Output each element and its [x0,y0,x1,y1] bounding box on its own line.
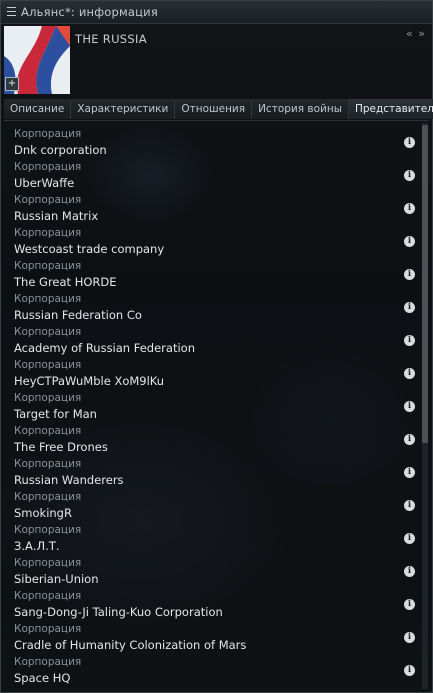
item-name: Cradle of Humanity Colonization of Mars [14,638,247,652]
list-item[interactable]: Корпорация Siberian-Union i [4,552,419,586]
item-type: Корпорация [14,392,82,404]
item-name: Russian Wanderers [14,473,124,487]
item-name: З.А.Л.Т. [14,539,60,553]
title-bar[interactable]: Альянс*: информация [1,1,432,24]
tab-description[interactable]: Описание [4,99,72,119]
item-type: Корпорация [14,293,82,305]
item-name: Russian Federation Co [14,308,142,322]
member-list: Корпорация Dnk corporation i Корпорация … [4,123,419,691]
info-icon[interactable]: i [404,632,415,643]
item-type: Корпорация [14,326,82,338]
item-type: Корпорация [14,128,82,140]
info-icon[interactable]: i [404,665,415,676]
scrollbar[interactable] [422,123,428,689]
list-item[interactable]: Корпорация Russian Wanderers i [4,453,419,487]
collapse-icon[interactable]: « » [406,27,426,40]
item-type: Корпорация [14,161,82,173]
item-type: Корпорация [14,260,82,272]
list-item[interactable]: Корпорация Cradle of Humanity Colonizati… [4,618,419,652]
info-icon[interactable]: i [404,335,415,346]
list-item[interactable]: Корпорация Dnk corporation i [4,123,419,157]
info-icon[interactable]: i [404,401,415,412]
list-item[interactable]: Корпорация З.А.Л.Т. i [4,519,419,553]
item-type: Корпорация [14,227,82,239]
item-type: Корпорация [14,458,82,470]
item-name: Target for Man [14,407,97,421]
list-item[interactable]: Корпорация SmokingR i [4,486,419,520]
item-name: Academy of Russian Federation [14,341,195,355]
item-type: Корпорация [14,557,82,569]
add-icon[interactable]: + [5,77,19,91]
item-name: Russian Matrix [14,209,99,223]
info-icon[interactable]: i [404,170,415,181]
list-item[interactable]: Корпорация Academy of Russian Federation… [4,321,419,355]
alliance-name: THE RUSSIA [75,32,147,46]
list-item[interactable]: Корпорация Westcoast trade company i [4,222,419,256]
tab-attributes[interactable]: Характеристики [71,99,176,119]
item-type: Корпорация [14,590,82,602]
info-icon[interactable]: i [404,467,415,478]
item-name: The Great HORDE [14,275,117,289]
info-icon[interactable]: i [404,566,415,577]
info-icon[interactable]: i [404,368,415,379]
alliance-info-window: Альянс*: информация « » + THE RUSSIA Опи… [0,0,433,693]
item-name: Westcoast trade company [14,242,165,256]
scrollbar-thumb[interactable] [422,125,428,443]
item-name: HeyCTPaWuMble XoM9lKu [14,374,165,388]
list-item[interactable]: Корпорация Sang-Dong-Ji Taling-Kuo Corpo… [4,585,419,619]
item-type: Корпорация [14,623,82,635]
item-name: Sang-Dong-Ji Taling-Kuo Corporation [14,605,223,619]
info-icon[interactable]: i [404,599,415,610]
list-item[interactable]: Корпорация Russian Federation Co i [4,288,419,322]
info-icon[interactable]: i [404,236,415,247]
item-name: Siberian-Union [14,572,99,586]
item-name: UberWaffe [14,176,75,190]
item-name: Dnk corporation [14,143,107,157]
list-item[interactable]: Корпорация The Great HORDE i [4,255,419,289]
tab-war-history[interactable]: История войны [252,99,349,119]
item-type: Корпорация [14,524,82,536]
list-item[interactable]: Корпорация Target for Man i [4,387,419,421]
tab-relations[interactable]: Отношения [175,99,253,119]
window-title: Альянс*: информация [21,5,158,19]
tab-bar: Описание Характеристики Отношения Истори… [4,99,433,121]
item-name: SmokingR [14,506,72,520]
item-type: Корпорация [14,425,82,437]
info-icon[interactable]: i [404,302,415,313]
item-type: Корпорация [14,194,82,206]
info-icon[interactable]: i [404,434,415,445]
info-icon[interactable]: i [404,533,415,544]
list-item[interactable]: Корпорация UberWaffe i [4,156,419,190]
item-type: Корпорация [14,656,82,668]
list-item[interactable]: Корпорация HeyCTPaWuMble XoM9lKu i [4,354,419,388]
list-item[interactable]: Корпорация Russian Matrix i [4,189,419,223]
menu-icon[interactable] [7,7,16,16]
tab-members[interactable]: Представители [348,99,433,119]
list-item[interactable]: Корпорация The Free Drones i [4,420,419,454]
item-name: Space HQ [14,671,71,685]
info-icon[interactable]: i [404,203,415,214]
info-icon[interactable]: i [404,137,415,148]
item-type: Корпорация [14,491,82,503]
item-name: The Free Drones [14,440,108,454]
item-type: Корпорация [14,359,82,371]
info-icon[interactable]: i [404,500,415,511]
info-icon[interactable]: i [404,269,415,280]
list-item[interactable]: Корпорация Space HQ i [4,651,419,685]
